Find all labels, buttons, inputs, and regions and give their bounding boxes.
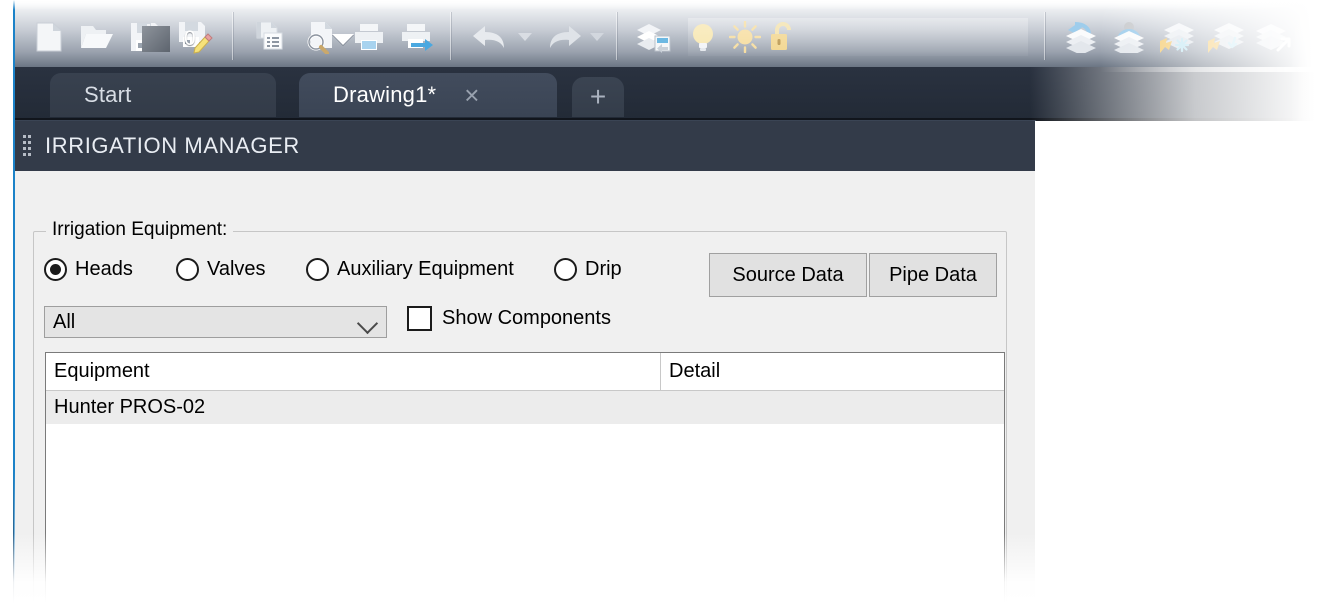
chevron-down-icon[interactable] <box>332 34 354 45</box>
checkbox-label: Show Components <box>442 307 611 329</box>
quick-access-toolbar: 0 <box>14 0 1330 72</box>
layer-previous-icon[interactable] <box>1060 16 1102 58</box>
irrigation-manager-palette: IRRIGATION MANAGER Irrigation Equipment:… <box>14 121 1035 603</box>
checkbox-indicator <box>407 306 432 331</box>
radio-label: Drip <box>585 258 622 280</box>
radio-indicator <box>176 258 199 281</box>
radio-label: Auxiliary Equipment <box>337 258 514 280</box>
layer-color-swatch[interactable] <box>142 26 170 52</box>
tab-drawing1[interactable]: Drawing1* × <box>299 73 557 117</box>
group-legend: Irrigation Equipment: <box>46 219 234 241</box>
source-data-button[interactable]: Source Data <box>709 253 867 297</box>
layer-freeze-icon[interactable] <box>1156 16 1198 58</box>
layer-combo[interactable] <box>688 18 1028 56</box>
plus-icon: + <box>589 81 607 112</box>
layer-merge-icon[interactable] <box>1252 16 1294 58</box>
new-tab-button[interactable]: + <box>572 77 624 117</box>
radio-heads[interactable]: Heads <box>44 258 133 281</box>
column-header-detail[interactable]: Detail <box>661 353 1004 390</box>
layer-isolate-icon[interactable] <box>1204 16 1246 58</box>
tab-label: Drawing1* <box>333 82 437 107</box>
document-tab-bar: Start Drawing1* × + <box>14 67 1330 121</box>
drag-grip-icon[interactable] <box>23 135 31 157</box>
layer-name-value: 0 <box>184 27 196 50</box>
radio-drip[interactable]: Drip <box>554 258 622 281</box>
accent-rail <box>13 0 15 603</box>
undo-icon[interactable] <box>469 16 513 58</box>
application-window: 0 Start Drawing1* × + IRRIGATION MANAGER… <box>0 0 1330 603</box>
irrigation-equipment-group: Irrigation Equipment: Heads Valves Auxil… <box>33 219 1007 603</box>
pipe-data-button[interactable]: Pipe Data <box>869 253 997 297</box>
layer-make-current-icon[interactable] <box>1108 16 1150 58</box>
page-title: IRRIGATION MANAGER <box>45 133 300 158</box>
radio-valves[interactable]: Valves <box>176 258 266 281</box>
redo-icon[interactable] <box>541 16 585 58</box>
radio-indicator <box>306 258 329 281</box>
redo-dropdown-icon[interactable] <box>586 16 608 58</box>
drawing-canvas[interactable] <box>1035 121 1330 603</box>
button-label: Source Data <box>732 263 844 286</box>
undo-dropdown-icon[interactable] <box>514 16 536 58</box>
button-label: Pipe Data <box>889 263 977 286</box>
cell-equipment: Hunter PROS-02 <box>54 396 206 418</box>
radio-indicator <box>44 258 67 281</box>
open-folder-icon[interactable] <box>76 16 118 58</box>
close-icon[interactable]: × <box>464 82 479 108</box>
table-header-row: Equipment Detail <box>46 353 1004 391</box>
chevron-down-icon <box>356 312 379 335</box>
tab-start[interactable]: Start <box>50 73 276 117</box>
palette-title-bar[interactable]: IRRIGATION MANAGER <box>14 121 1035 171</box>
tab-label: Start <box>84 82 132 107</box>
publish-icon[interactable] <box>250 16 292 58</box>
plot-to-file-icon[interactable] <box>397 16 439 58</box>
equipment-table[interactable]: Equipment Detail Hunter PROS-02 <box>45 352 1005 603</box>
table-row[interactable]: Hunter PROS-02 <box>46 391 1004 424</box>
show-components-checkbox[interactable]: Show Components <box>407 306 611 331</box>
radio-label: Heads <box>75 258 133 280</box>
radio-auxiliary-equipment[interactable]: Auxiliary Equipment <box>306 258 514 281</box>
new-file-icon[interactable] <box>28 16 70 58</box>
layer-properties-icon[interactable] <box>632 16 674 58</box>
window-left-margin <box>0 0 13 603</box>
radio-label: Valves <box>207 258 266 280</box>
equipment-filter-select[interactable]: All <box>44 306 387 338</box>
select-value: All <box>53 310 76 333</box>
column-header-equipment[interactable]: Equipment <box>46 353 661 390</box>
radio-indicator <box>554 258 577 281</box>
print-icon[interactable] <box>348 16 390 58</box>
palette-content: Irrigation Equipment: Heads Valves Auxil… <box>14 171 1035 603</box>
